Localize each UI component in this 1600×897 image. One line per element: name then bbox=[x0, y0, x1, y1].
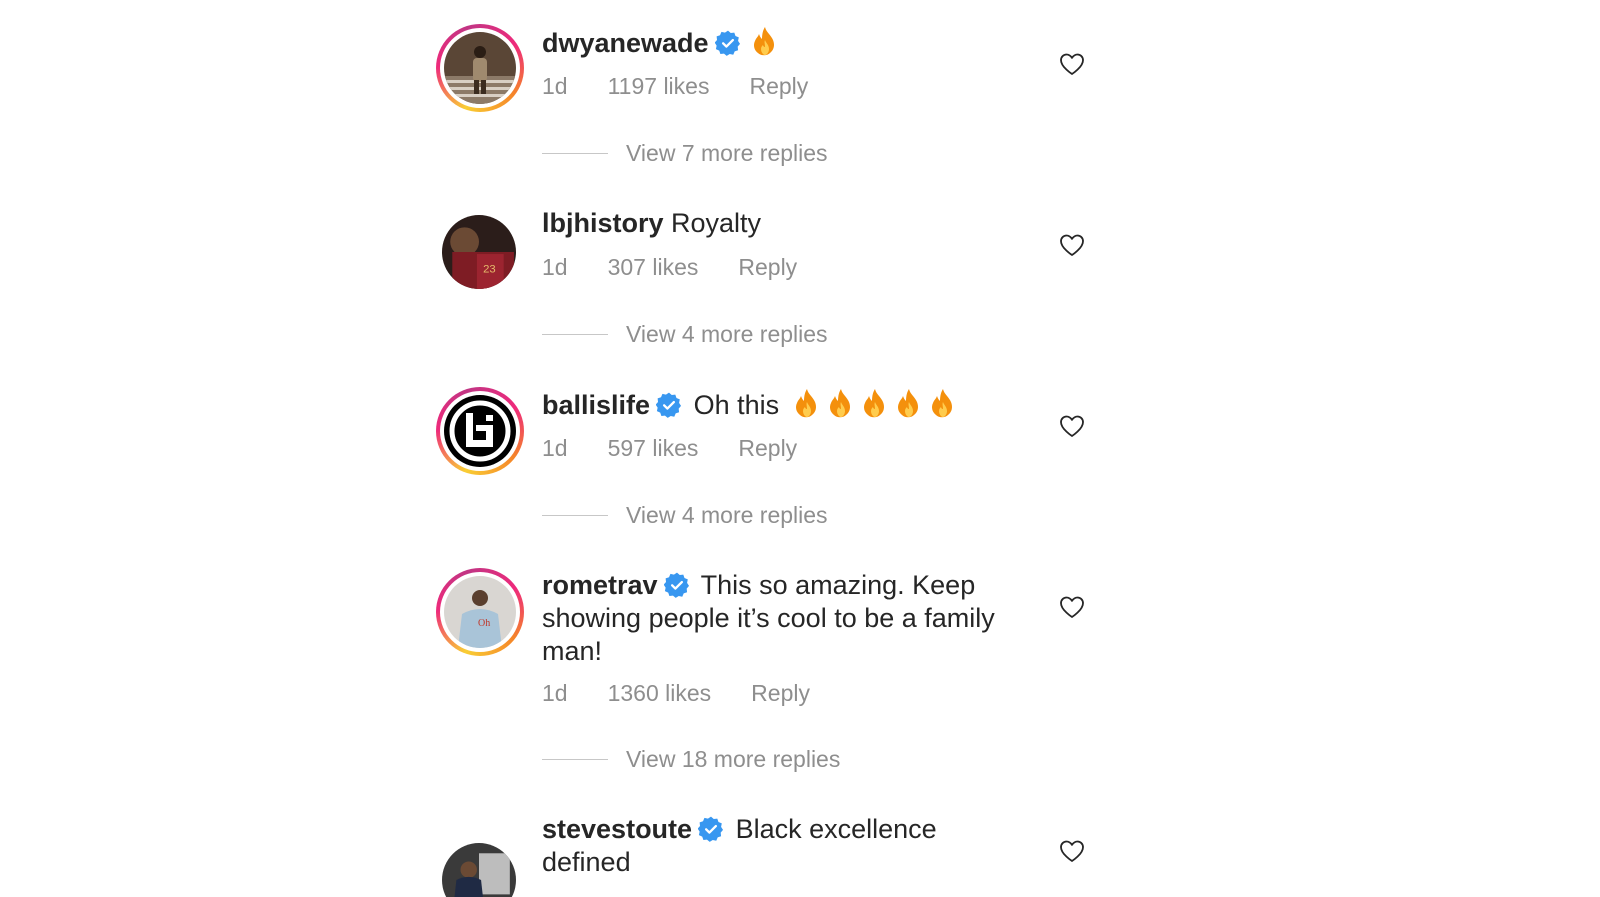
reply-button[interactable]: Reply bbox=[749, 73, 808, 100]
username[interactable]: ballislife bbox=[542, 390, 650, 420]
view-replies-label: View 4 more replies bbox=[626, 321, 828, 347]
like-count[interactable]: 307 likes bbox=[608, 254, 699, 281]
divider-line bbox=[542, 153, 608, 154]
verified-badge-icon bbox=[664, 572, 690, 598]
comment-text: rometrav This so amazing. Keep showing p… bbox=[542, 569, 1022, 668]
like-count[interactable]: 1360 likes bbox=[608, 680, 712, 707]
fire-emoji-icon bbox=[793, 388, 821, 420]
comment-body: Royalty bbox=[671, 208, 762, 238]
avatar-image: Oh bbox=[444, 576, 516, 648]
comment-text: lbjhistory Royalty bbox=[542, 207, 1022, 240]
svg-text:23: 23 bbox=[483, 264, 496, 276]
reply-button[interactable]: Reply bbox=[751, 680, 810, 707]
heart-outline-icon[interactable] bbox=[1059, 839, 1085, 863]
username[interactable]: stevestoute bbox=[542, 814, 692, 844]
comment-meta: 1d 597 likes Reply bbox=[542, 435, 797, 462]
fire-emoji-icon bbox=[861, 388, 889, 420]
comment-text: dwyanewade bbox=[542, 26, 1022, 60]
comment-time: 1d bbox=[542, 435, 568, 461]
comment-body: Oh this bbox=[693, 390, 780, 420]
view-replies-label: View 4 more replies bbox=[626, 502, 828, 528]
comment-time: 1d bbox=[542, 73, 568, 99]
avatar-image bbox=[444, 395, 516, 467]
comment-meta: 1d 1197 likes Reply bbox=[542, 73, 808, 100]
heart-outline-icon[interactable] bbox=[1059, 414, 1085, 438]
comment-meta: 1d 1360 likes Reply bbox=[542, 680, 810, 707]
heart-outline-icon[interactable] bbox=[1059, 52, 1085, 76]
reply-button[interactable]: Reply bbox=[738, 254, 797, 281]
fire-emoji-icon bbox=[827, 388, 855, 420]
fire-emoji-icon bbox=[751, 26, 779, 58]
verified-badge-icon bbox=[698, 816, 724, 842]
fire-emoji-icon bbox=[929, 388, 957, 420]
view-replies-label: View 18 more replies bbox=[626, 746, 841, 772]
view-replies-button[interactable]: View 4 more replies bbox=[542, 502, 828, 529]
comment-text: stevestoute Black excellence defined bbox=[542, 813, 1022, 879]
svg-text:Oh: Oh bbox=[478, 618, 490, 629]
like-count[interactable]: 1197 likes bbox=[608, 73, 710, 100]
view-replies-button[interactable]: View 7 more replies bbox=[542, 140, 828, 167]
avatar[interactable] bbox=[442, 843, 516, 897]
avatar-image bbox=[442, 843, 516, 897]
avatar[interactable] bbox=[436, 24, 524, 112]
username[interactable]: dwyanewade bbox=[542, 28, 709, 58]
username[interactable]: lbjhistory bbox=[542, 208, 664, 238]
comment-time: 1d bbox=[542, 254, 568, 280]
avatar-image: 23 bbox=[442, 215, 516, 289]
avatar[interactable]: Oh bbox=[436, 568, 524, 656]
reply-button[interactable]: Reply bbox=[738, 435, 797, 462]
view-replies-button[interactable]: View 4 more replies bbox=[542, 321, 828, 348]
divider-line bbox=[542, 334, 608, 335]
avatar[interactable]: 23 bbox=[442, 215, 516, 289]
divider-line bbox=[542, 515, 608, 516]
comment-time: 1d bbox=[542, 680, 568, 706]
avatar[interactable] bbox=[436, 387, 524, 475]
view-replies-button[interactable]: View 18 more replies bbox=[542, 746, 840, 773]
comment-meta: 1d 307 likes Reply bbox=[542, 254, 797, 281]
like-count[interactable]: 597 likes bbox=[608, 435, 699, 462]
verified-badge-icon bbox=[715, 30, 741, 56]
divider-line bbox=[542, 759, 608, 760]
heart-outline-icon[interactable] bbox=[1059, 233, 1085, 257]
username[interactable]: rometrav bbox=[542, 570, 658, 600]
fire-emoji-icon bbox=[895, 388, 923, 420]
comment-text: ballislife Oh this bbox=[542, 388, 1022, 422]
heart-outline-icon[interactable] bbox=[1059, 595, 1085, 619]
verified-badge-icon bbox=[656, 392, 682, 418]
avatar-image bbox=[444, 32, 516, 104]
view-replies-label: View 7 more replies bbox=[626, 140, 828, 166]
